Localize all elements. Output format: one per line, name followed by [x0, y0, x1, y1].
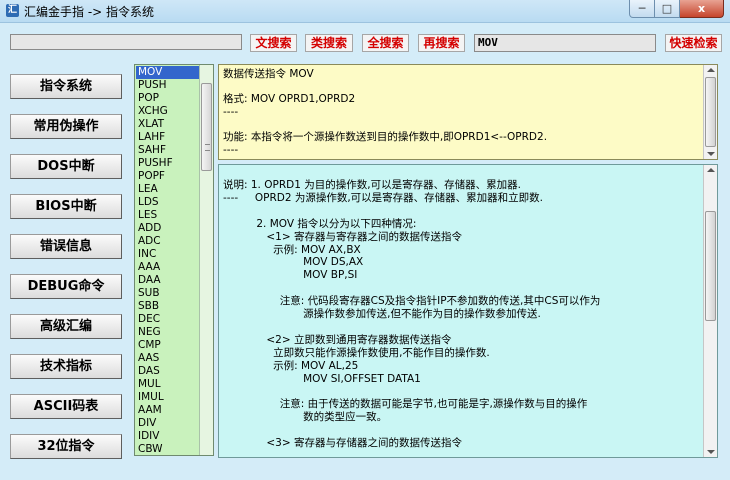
- text-line: ----: [223, 143, 239, 156]
- nav-error-messages[interactable]: 错误信息: [10, 234, 122, 259]
- text-line: MOV BP,SI: [223, 269, 358, 282]
- text-line: 示例: MOV AX,BX: [223, 243, 361, 256]
- text-search-button[interactable]: 文搜索: [250, 34, 297, 52]
- text-line: 数据传送指令 MOV: [223, 68, 314, 80]
- detail-panel: 说明: 1. OPRD1 为目的操作数,可以是寄存器、存储器、累加器. ---- …: [218, 164, 718, 458]
- scroll-down-icon[interactable]: [707, 152, 715, 156]
- text-line: 数的类型应一致。: [223, 411, 388, 424]
- list-item[interactable]: POP: [136, 92, 199, 105]
- text-line: [223, 424, 699, 437]
- list-item[interactable]: XCHG: [136, 105, 199, 118]
- list-item[interactable]: MUL: [136, 378, 199, 391]
- text-line: [223, 205, 699, 218]
- nav-bios-interrupts[interactable]: BIOS中断: [10, 194, 122, 219]
- nav-instruction-system[interactable]: 指令系统: [10, 74, 122, 99]
- detail-text: 说明: 1. OPRD1 为目的操作数,可以是寄存器、存储器、累加器. ---- …: [223, 179, 699, 450]
- list-item[interactable]: NEG: [136, 326, 199, 339]
- list-item[interactable]: DAS: [136, 365, 199, 378]
- list-item[interactable]: ADD: [136, 222, 199, 235]
- list-item[interactable]: PUSHF: [136, 157, 199, 170]
- nav-dos-interrupts[interactable]: DOS中断: [10, 154, 122, 179]
- text-line: [223, 81, 695, 94]
- full-search-button[interactable]: 全搜索: [362, 34, 409, 52]
- list-item[interactable]: ADC: [136, 235, 199, 248]
- list-item[interactable]: IDIV: [136, 430, 199, 443]
- list-item[interactable]: LAHF: [136, 131, 199, 144]
- instruction-list-scrollbar[interactable]: [199, 65, 213, 455]
- nav-debug-commands[interactable]: DEBUG命令: [10, 274, 122, 299]
- text-line: 2. MOV 指令以分为以下四种情况:: [223, 217, 417, 230]
- text-line: [223, 282, 699, 295]
- list-item[interactable]: MOV: [136, 66, 199, 79]
- list-item[interactable]: CMP: [136, 339, 199, 352]
- list-item[interactable]: POPF: [136, 170, 199, 183]
- maximize-button[interactable]: □: [655, 0, 680, 18]
- scroll-up-icon[interactable]: [707, 68, 715, 72]
- text-line: [223, 321, 699, 334]
- app-icon: 汇: [6, 4, 19, 17]
- text-line: 功能: 本指令将一个源操作数送到目的操作数中,即OPRD1<--OPRD2.: [223, 130, 548, 143]
- text-line: ---- OPRD2 为源操作数,可以是寄存器、存储器、累加器和立即数.: [223, 191, 544, 204]
- summary-text: 数据传送指令 MOV 格式: MOV OPRD1,OPRD2 ---- 功能: 本…: [223, 68, 695, 156]
- list-item[interactable]: PUSH: [136, 79, 199, 92]
- text-line: 立即数只能作源操作数使用,不能作目的操作数.: [223, 346, 490, 359]
- window-title: 汇编金手指 -> 指令系统: [24, 5, 155, 19]
- summary-panel: 数据传送指令 MOV 格式: MOV OPRD1,OPRD2 ---- 功能: 本…: [218, 64, 718, 160]
- text-line: <3> 寄存器与存储器之间的数据传送指令: [223, 437, 463, 450]
- detail-scrollbar[interactable]: [703, 165, 717, 457]
- nav-pseudo-ops[interactable]: 常用伪操作: [10, 114, 122, 139]
- text-line: 说明: 1. OPRD1 为目的操作数,可以是寄存器、存储器、累加器.: [223, 179, 521, 191]
- list-item[interactable]: LES: [136, 209, 199, 222]
- text-line: 注意: 代码段寄存器CS及指令指针IP不参加数的传送,其中CS可以作为: [223, 295, 601, 308]
- title-bar: 汇 汇编金手指 -> 指令系统 ─ □ x: [0, 0, 730, 23]
- text-line: <1> 寄存器与寄存器之间的数据传送指令: [223, 230, 463, 243]
- list-item[interactable]: AAA: [136, 261, 199, 274]
- list-item[interactable]: AAM: [136, 404, 199, 417]
- list-item[interactable]: SUB: [136, 287, 199, 300]
- list-item[interactable]: LEA: [136, 183, 199, 196]
- list-item[interactable]: AAS: [136, 352, 199, 365]
- list-item[interactable]: SAHF: [136, 144, 199, 157]
- summary-scrollbar[interactable]: [703, 65, 717, 159]
- instruction-list-items: MOV PUSH POP XCHG XLAT LAHF SAHF PUSHF POPF LEA LD…: [136, 66, 199, 455]
- search-again-button[interactable]: 再搜索: [418, 34, 465, 52]
- list-item[interactable]: LDS: [136, 196, 199, 209]
- minimize-button[interactable]: ─: [629, 0, 655, 18]
- list-item[interactable]: DEC: [136, 313, 199, 326]
- keyword-field[interactable]: MOV: [474, 34, 656, 52]
- scrollbar-thumb[interactable]: [201, 83, 212, 171]
- list-item[interactable]: IMUL: [136, 391, 199, 404]
- scrollbar-thumb[interactable]: [705, 77, 716, 147]
- text-line: ----: [223, 105, 239, 118]
- list-item[interactable]: DIV: [136, 417, 199, 430]
- text-line: MOV DS,AX: [223, 256, 364, 269]
- text-line: 示例: MOV AL,25: [223, 359, 359, 372]
- instruction-list[interactable]: MOV PUSH POP XCHG XLAT LAHF SAHF PUSHF POPF LEA LD…: [134, 64, 214, 456]
- text-line: 格式: MOV OPRD1,OPRD2: [223, 93, 356, 106]
- window-controls: ─ □ x: [629, 0, 724, 19]
- list-item[interactable]: INC: [136, 248, 199, 261]
- list-item[interactable]: SBB: [136, 300, 199, 313]
- text-line: MOV SI,OFFSET DATA1: [223, 372, 421, 385]
- nav-ascii-table[interactable]: ASCII码表: [10, 394, 122, 419]
- text-line: <2> 立即数到通用寄存器数据传送指令: [223, 333, 452, 346]
- nav-32bit-instructions[interactable]: 32位指令: [10, 434, 122, 459]
- category-search-button[interactable]: 类搜索: [305, 34, 353, 52]
- nav-advanced-assembly[interactable]: 高级汇编: [10, 314, 122, 339]
- scroll-down-icon[interactable]: [707, 450, 715, 454]
- text-line: 源操作数参加传送,但不能作为目的操作数参加传送.: [223, 308, 541, 321]
- text-line: [223, 118, 695, 131]
- quick-search-button[interactable]: 快速检索: [665, 34, 722, 52]
- scrollbar-thumb[interactable]: [705, 211, 716, 321]
- close-button[interactable]: x: [680, 0, 724, 18]
- nav-technical-specs[interactable]: 技术指标: [10, 354, 122, 379]
- search-input[interactable]: [10, 34, 242, 50]
- text-line: 注意: 由于传送的数据可能是字节,也可能是字,源操作数与目的操作: [223, 398, 588, 411]
- list-item[interactable]: CBW: [136, 443, 199, 455]
- text-line: [223, 386, 699, 399]
- list-item[interactable]: DAA: [136, 274, 199, 287]
- scroll-up-icon[interactable]: [707, 168, 715, 172]
- list-item[interactable]: XLAT: [136, 118, 199, 131]
